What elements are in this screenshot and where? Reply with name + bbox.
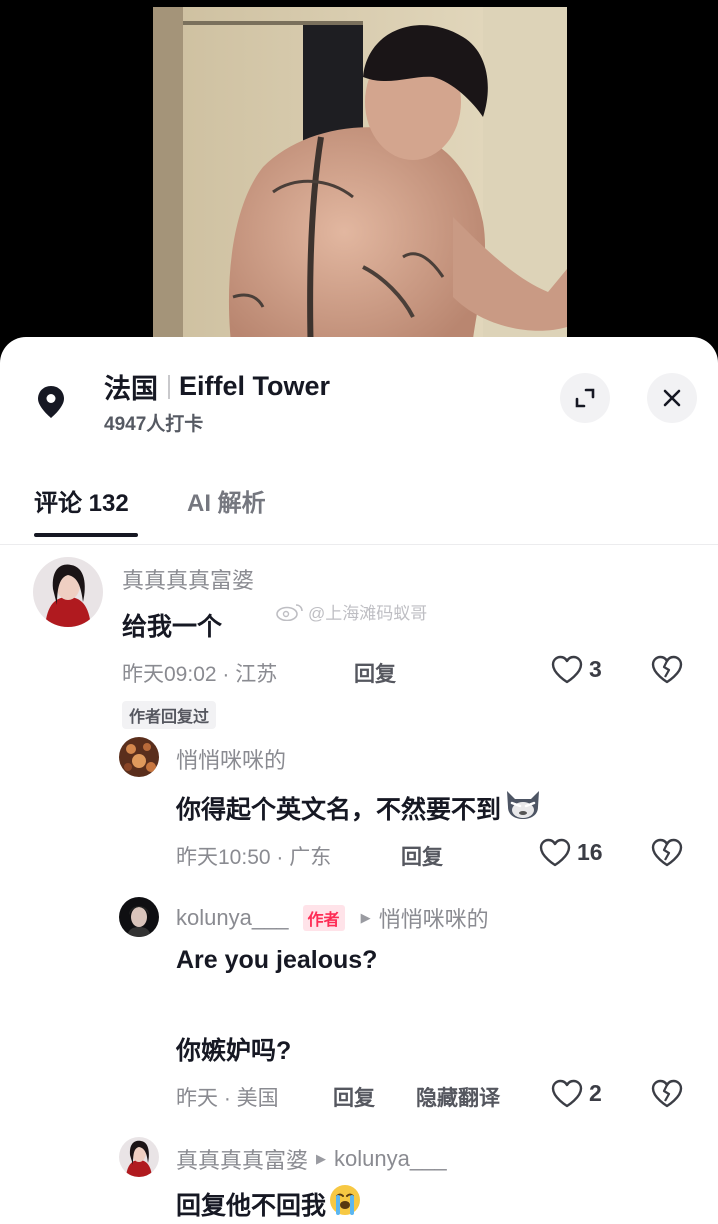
comment-text: 回复他不回我 (176, 1183, 362, 1224)
broken-heart-icon (651, 655, 683, 684)
broken-heart-icon (651, 1079, 683, 1108)
watermark: @上海滩码蚁哥 (276, 599, 427, 624)
video-still-image (153, 7, 567, 360)
expand-icon (575, 388, 595, 408)
reply-to-username[interactable]: 悄悄咪咪的 (379, 902, 489, 934)
watermark-text: @上海滩码蚁哥 (308, 604, 428, 623)
author-badge: 作者 (302, 905, 345, 931)
like-count: 2 (589, 1080, 602, 1106)
weibo-logo-icon (276, 603, 304, 621)
dislike-button[interactable] (651, 838, 683, 872)
tab-comments[interactable]: 评论 132 (34, 483, 129, 518)
comment-username[interactable]: 真真真真富婆 (176, 1143, 308, 1175)
checkin-count: 4947人打卡 (104, 414, 204, 435)
video-player[interactable] (0, 0, 718, 360)
location-title[interactable]: 法国 Eiffel Tower (104, 367, 330, 406)
avatar[interactable] (119, 1137, 159, 1177)
avatar[interactable] (33, 557, 103, 627)
like-count: 16 (577, 839, 603, 865)
heart-outline-icon (551, 1079, 583, 1108)
like-button[interactable]: 3 (551, 655, 602, 684)
expand-button[interactable] (560, 373, 610, 423)
location-country: 法国 (104, 374, 158, 404)
reply-arrow-icon: ▶ (316, 1151, 327, 1166)
emoji-face-icon (503, 787, 543, 828)
title-separator (168, 374, 170, 399)
heart-outline-icon (539, 838, 571, 867)
comment-meta: 昨天10:50 · 广东 (176, 846, 332, 869)
comment-username[interactable]: 悄悄咪咪的 (176, 743, 286, 775)
close-button[interactable] (647, 373, 697, 423)
comment-meta: 昨天09:02 · 江苏 (122, 663, 278, 686)
comment-text: 给我一个 (122, 613, 223, 641)
hide-translation-button[interactable]: 隐藏翻译 (416, 1082, 500, 1112)
avatar[interactable] (119, 737, 159, 777)
tabs-divider (0, 544, 718, 545)
comment-username[interactable]: 真真真真富婆 (122, 563, 254, 595)
like-button[interactable]: 16 (539, 838, 603, 867)
comment-text-content: 回复他不回我 (176, 1191, 327, 1220)
dislike-button[interactable] (651, 1079, 683, 1113)
comments-sheet: 法国 Eiffel Tower 4947人打卡 评论 132 AI 解析 @上海… (0, 337, 718, 1224)
location-pin-icon (36, 385, 66, 419)
video-frame (153, 7, 567, 360)
broken-heart-icon (651, 838, 683, 867)
crying-face-icon (328, 1183, 362, 1224)
reply-button[interactable]: 回复 (401, 841, 443, 871)
reply-header: 真真真真富婆 ▶ kolunya___ (176, 1143, 447, 1175)
reply-header: kolunya___ 作者 ▶ 悄悄咪咪的 (176, 902, 489, 934)
author-replied-chip: 作者回复过 (122, 701, 217, 729)
comment-username[interactable]: kolunya___ (176, 905, 289, 931)
dislike-button[interactable] (651, 655, 683, 689)
avatar[interactable] (119, 897, 159, 937)
reply-button[interactable]: 回复 (333, 1082, 375, 1112)
comment-text-content: 你得起个英文名，不然要不到 (176, 795, 502, 824)
like-button[interactable]: 2 (551, 1079, 602, 1108)
heart-outline-icon (551, 655, 583, 684)
active-tab-indicator (34, 533, 138, 537)
tab-ai-analysis[interactable]: AI 解析 (187, 483, 266, 518)
comment-text: 你得起个英文名，不然要不到 (176, 787, 543, 828)
like-count: 3 (589, 656, 602, 682)
comment-text: Are you jealous? (176, 946, 378, 974)
comment-translation: 你嫉妒吗? (176, 1037, 292, 1065)
reply-arrow-icon: ▶ (360, 910, 371, 925)
location-place: Eiffel Tower (179, 371, 331, 401)
reply-button[interactable]: 回复 (354, 658, 396, 688)
comment-meta: 昨天 · 美国 (176, 1087, 279, 1110)
close-icon (663, 389, 681, 407)
reply-to-username[interactable]: kolunya___ (334, 1146, 447, 1172)
